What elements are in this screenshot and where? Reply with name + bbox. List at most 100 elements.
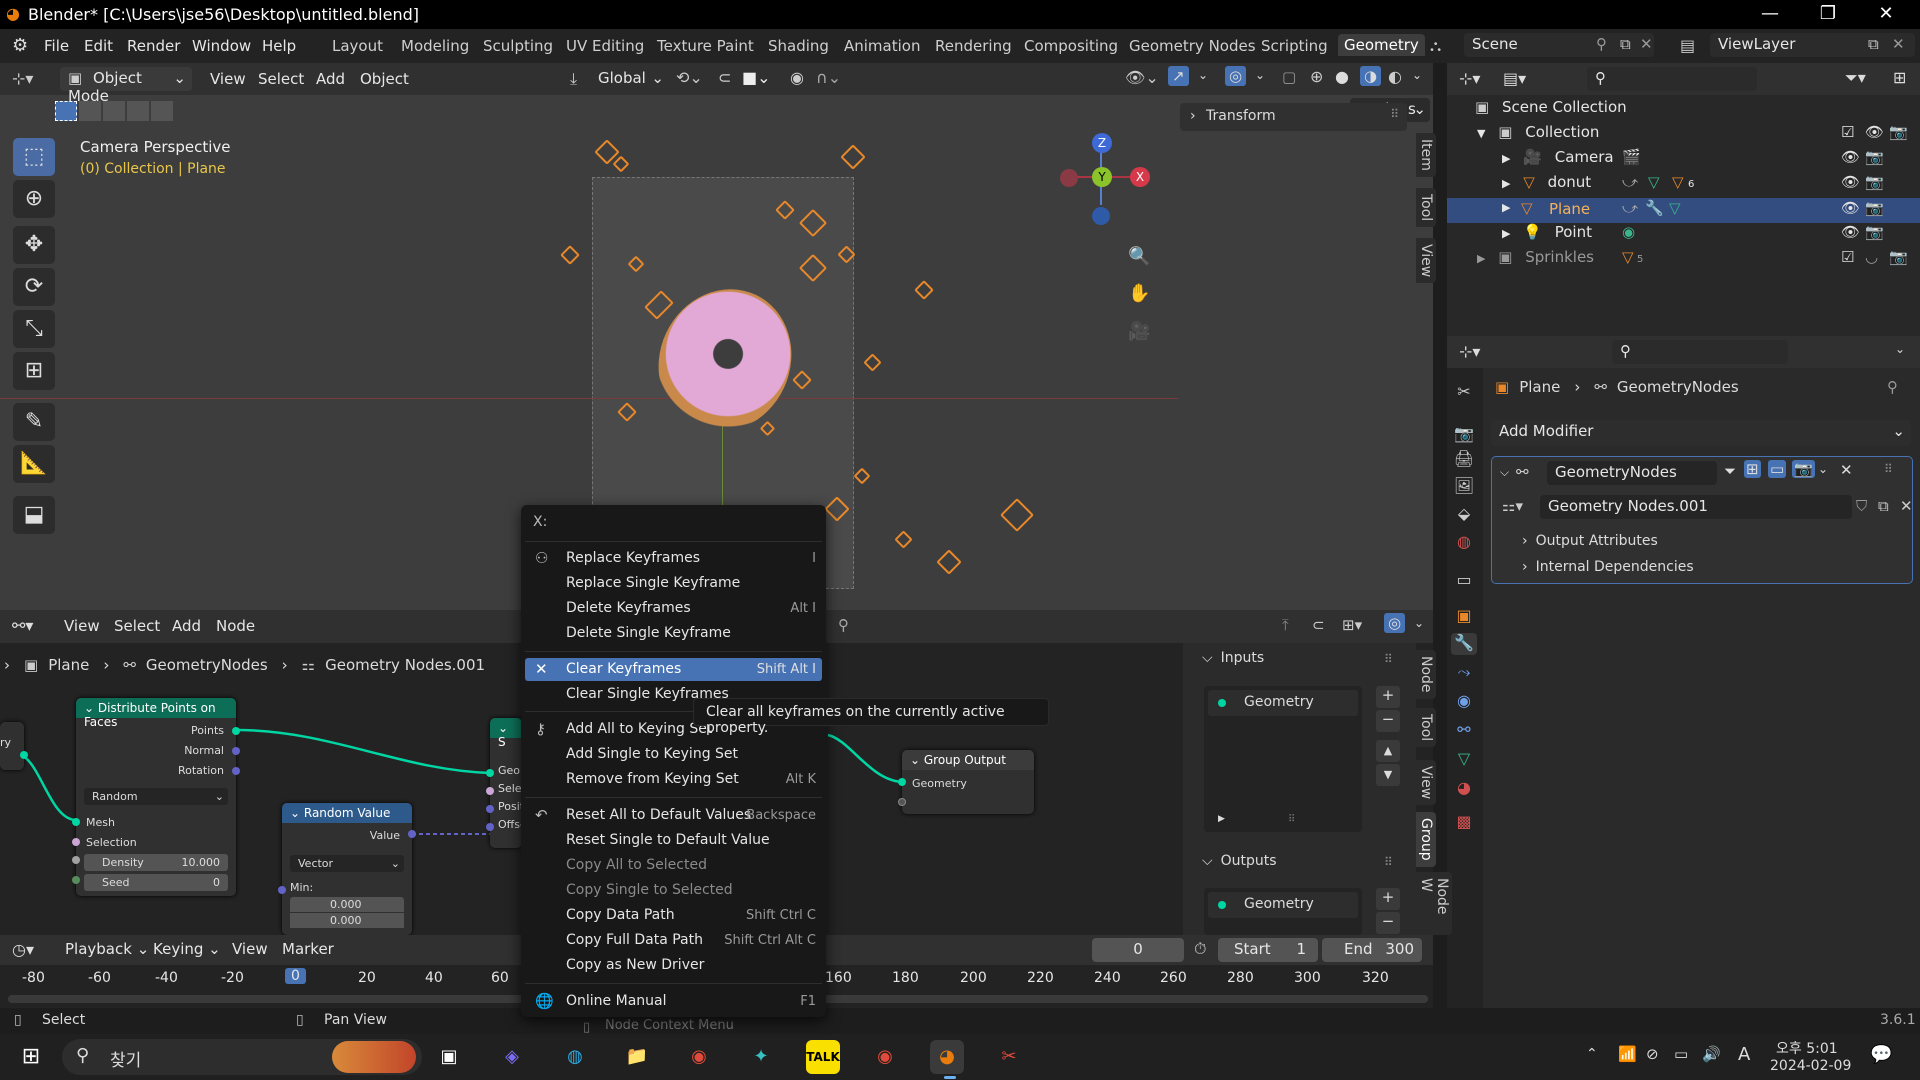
end-frame-field[interactable]: End 300	[1322, 938, 1422, 962]
volume-icon[interactable]: 🔊	[1702, 1045, 1721, 1063]
remove-view-layer-icon[interactable]: ✕	[1892, 35, 1905, 53]
distribute-node-header[interactable]: ⌄ Distribute Points on Faces	[76, 698, 236, 729]
sidebar-tab-tool[interactable]: Tool	[1416, 188, 1436, 228]
menu-file[interactable]: File	[44, 37, 69, 55]
tab-compositing[interactable]: Compositing	[1024, 37, 1118, 55]
xray-icon[interactable]: ▢	[1282, 68, 1296, 86]
group-output-node[interactable]: ⌄ Group Output Geometry	[902, 750, 1034, 814]
viewport-menu-view[interactable]: View	[210, 70, 246, 88]
kakaotalk-icon[interactable]: TALK	[806, 1040, 840, 1074]
menu-item-copy-full-data-path[interactable]: Copy Full Data Path Shift Ctrl Alt C	[525, 929, 822, 952]
child-mesh-icon[interactable]: ▽	[1672, 173, 1684, 191]
view-layer-tab-icon[interactable]: 🖼	[1453, 476, 1475, 498]
set-position-node[interactable]: ⌄ S Geor Selec Posit Offse	[490, 718, 528, 848]
new-view-layer-icon[interactable]: ⧉	[1868, 35, 1879, 53]
light-data-icon[interactable]: ◉	[1622, 223, 1635, 241]
editor-type-icon[interactable]: ⊹▾	[12, 69, 33, 88]
set-position-socket[interactable]	[486, 805, 494, 813]
normal-output-socket[interactable]	[232, 747, 240, 755]
checkbox-icon[interactable]: ☑	[1841, 123, 1854, 141]
output-tab-icon[interactable]: 🖨	[1453, 449, 1475, 471]
add-input-button[interactable]: +	[1376, 686, 1400, 708]
move-up-button[interactable]: ▲	[1376, 740, 1400, 762]
edge-icon[interactable]: ◍	[558, 1040, 592, 1074]
wrench-icon[interactable]: 🔧	[1645, 199, 1664, 217]
menu-edit[interactable]: Edit	[84, 37, 113, 55]
timeline-menu-view[interactable]: View	[232, 940, 268, 958]
remove-output-button[interactable]: −	[1376, 912, 1400, 934]
set-offset-socket[interactable]	[486, 823, 494, 831]
drag-handle-icon[interactable]: ⠿	[1884, 462, 1893, 476]
menu-render[interactable]: Render	[127, 37, 180, 55]
render-camera-icon[interactable]: 📷	[1865, 199, 1884, 217]
physics-tab-icon[interactable]: ◉	[1453, 691, 1475, 713]
menu-item-copy-data-path[interactable]: Copy Data Path Shift Ctrl C	[525, 904, 822, 927]
menu-item-delete-single-keyframe[interactable]: Delete Single Keyframe	[525, 622, 822, 645]
menu-item-delete-keyframes[interactable]: Delete Keyframes Alt I	[525, 597, 822, 620]
eye-icon[interactable]: 👁	[1841, 199, 1860, 217]
clock-time[interactable]: 오후 5:01	[1776, 1038, 1838, 1058]
display-mode-icon[interactable]: ▤▾	[1503, 69, 1526, 88]
camera-view-icon[interactable]: 🎥	[1128, 321, 1150, 342]
add-modifier-dropdown[interactable]: Add Modifier ⌄	[1491, 420, 1911, 446]
chevron-down-icon[interactable]: ⌄	[1818, 462, 1828, 476]
points-output-socket[interactable]	[232, 727, 240, 735]
tab-uv-editing[interactable]: UV Editing	[566, 37, 644, 55]
chrome-icon[interactable]: ◉	[682, 1040, 716, 1074]
wireframe-shading-icon[interactable]: ⊕	[1310, 67, 1323, 86]
fake-user-shield-icon[interactable]: ⛉	[1856, 497, 1867, 515]
eye-icon[interactable]: 👁	[1841, 173, 1860, 191]
viewport-menu-select[interactable]: Select	[258, 70, 304, 88]
render-camera-icon[interactable]: 📷	[1865, 223, 1884, 241]
taskbar-search-box[interactable]: ⚲ 찾기	[62, 1039, 422, 1075]
task-view-icon[interactable]: ▣	[432, 1040, 466, 1074]
particles-tab-icon[interactable]: ⤳	[1453, 662, 1475, 684]
menu-item-online-manual[interactable]: 🌐 Online Manual F1	[525, 990, 822, 1013]
overlay-toggle-icon[interactable]: ◎	[1384, 613, 1406, 633]
node-sidebar-tab-view[interactable]: View	[1416, 760, 1436, 806]
group-input-geometry-socket[interactable]	[20, 751, 28, 759]
menu-item-reset-single-default[interactable]: Reset Single to Default Value	[525, 829, 822, 852]
density-field[interactable]: Density 10.000	[84, 854, 228, 871]
seed-input-socket[interactable]	[72, 876, 80, 884]
battery-icon[interactable]: ▭	[1674, 1045, 1688, 1063]
node-sidebar-tab-tool[interactable]: Tool	[1416, 708, 1436, 748]
expand-arrow-icon[interactable]: ▶	[1502, 201, 1510, 214]
tab-layout[interactable]: Layout	[332, 37, 383, 55]
select-box-tool[interactable]: ⬚	[13, 138, 55, 176]
menu-item-reset-all-defaults[interactable]: ↶ Reset All to Default Values Backspace	[525, 804, 822, 827]
tab-geometry-nodes[interactable]: Geometry Nodes	[1129, 37, 1256, 55]
modifier-icon[interactable]: ⤻	[1622, 199, 1638, 217]
navigation-gizmo[interactable]: Z Y X	[1060, 133, 1150, 225]
chevron-down-icon[interactable]: ⌄	[1414, 616, 1424, 630]
snap-icon[interactable]: ⊂	[718, 68, 731, 87]
transform-panel[interactable]: › Transform ⠿	[1180, 103, 1407, 131]
move-down-button[interactable]: ▼	[1376, 764, 1400, 786]
menu-item-replace-single-keyframe[interactable]: Replace Single Keyframe	[525, 572, 822, 595]
set-geometry-socket[interactable]	[486, 769, 494, 777]
proportional-edit-icon[interactable]: ◉	[790, 68, 804, 87]
drag-handle-icon[interactable]: ⠿	[1390, 107, 1399, 121]
resize-handle-icon[interactable]: ⠿	[1288, 814, 1295, 825]
menu-item-replace-keyframes[interactable]: ⚇ Replace Keyframes I	[525, 547, 822, 570]
tab-geometry[interactable]: Geometry	[1338, 34, 1425, 56]
hidden-eye-icon[interactable]: ◡	[1865, 248, 1878, 266]
wifi-icon[interactable]: 📶	[1618, 1045, 1637, 1063]
drag-handle-icon[interactable]: ⠿	[1384, 652, 1393, 666]
min-y-field[interactable]: 0.000	[290, 913, 404, 928]
playhead-frame[interactable]: 0	[285, 968, 306, 984]
internal-dependencies-subpanel[interactable]: › Internal Dependencies	[1522, 559, 1694, 575]
outliner-item-donut[interactable]: ▶ ▽ donut ⤻ ▽ ▽ 6 👁 📷	[1502, 173, 1917, 198]
constraints-tab-icon[interactable]: ⚯	[1453, 720, 1475, 742]
transform-tool[interactable]: ⊞	[13, 352, 55, 390]
timeline-menu-keying[interactable]: Keying ⌄	[153, 940, 221, 958]
chevron-up-icon[interactable]: ⌃	[1586, 1046, 1598, 1062]
edit-mode-toggle-icon[interactable]: ⏷	[1724, 462, 1736, 480]
filter-icon[interactable]: ⏷▾	[1845, 68, 1866, 88]
texture-tab-icon[interactable]: ▩	[1453, 812, 1475, 834]
expand-arrow-icon[interactable]: ▶	[1502, 227, 1510, 240]
selection-input-socket[interactable]	[72, 838, 80, 846]
collapse-arrow-icon[interactable]: ⌵	[1500, 465, 1509, 480]
camera-data-icon[interactable]: 🎬	[1622, 148, 1641, 166]
outliner-item-point[interactable]: ▶ 💡 Point ◉ 👁 📷	[1502, 223, 1917, 248]
